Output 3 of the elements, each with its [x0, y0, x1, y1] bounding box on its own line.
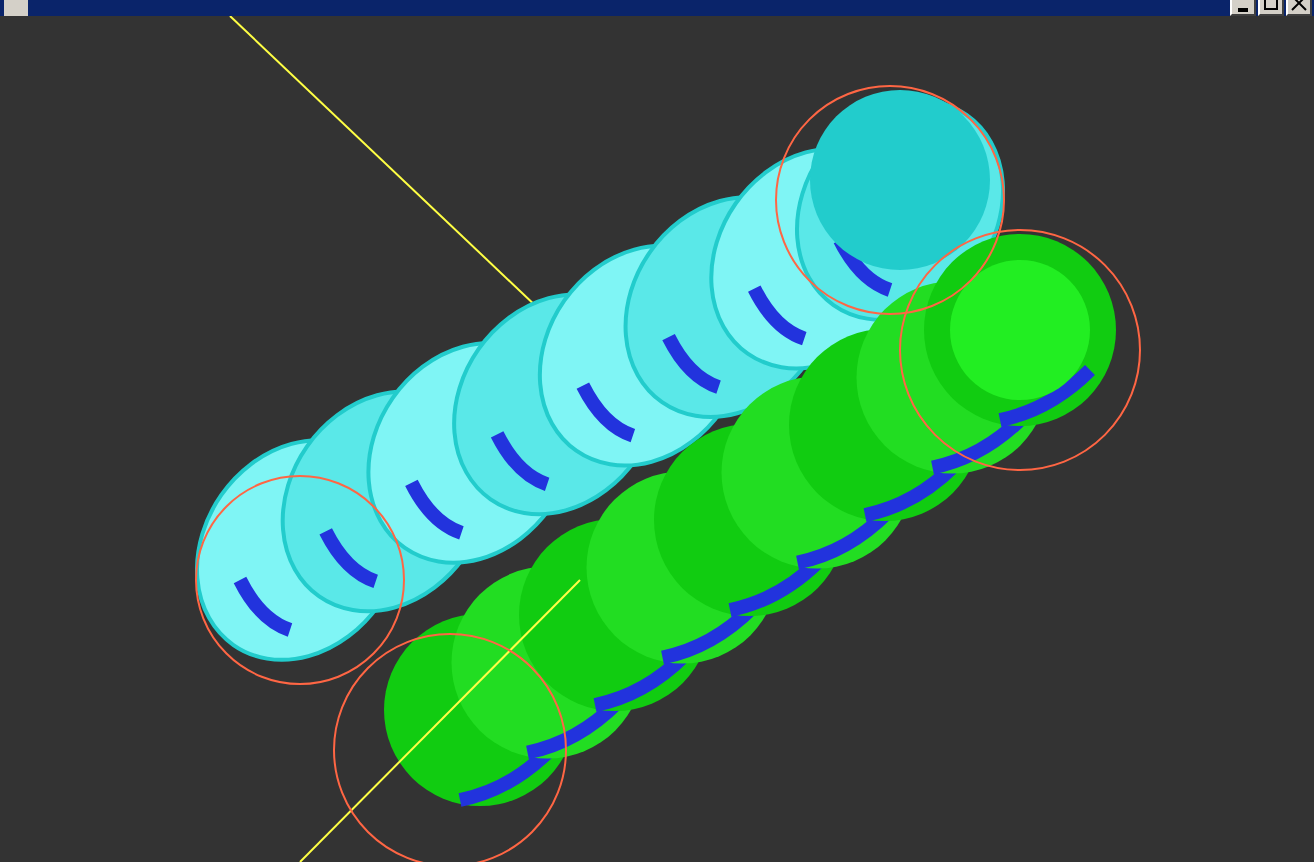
close-icon: [1288, 0, 1310, 14]
window-icon: [4, 0, 28, 16]
maximize-icon: [1260, 0, 1282, 14]
